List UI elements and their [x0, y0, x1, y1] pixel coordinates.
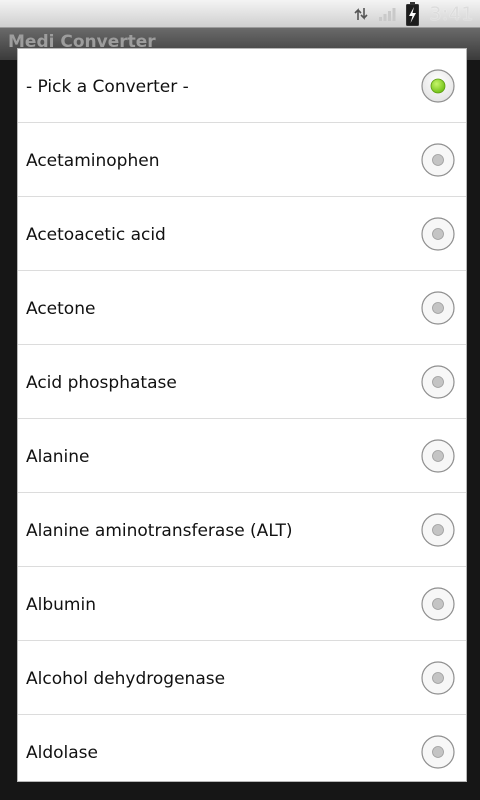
option-label: Alanine aminotransferase (ALT) [26, 521, 293, 541]
sync-icon [354, 7, 368, 20]
radio-unchecked-icon[interactable] [421, 661, 455, 695]
radio-unchecked-icon[interactable] [421, 217, 455, 251]
option-alcohol-dehydrogenase[interactable]: Alcohol dehydrogenase [18, 641, 466, 715]
option-label: Aldolase [26, 743, 99, 763]
status-bar: 3:41 [0, 0, 480, 28]
option-acid-phosphatase[interactable]: Acid phosphatase [18, 345, 466, 419]
option-label: Alanine [26, 447, 90, 467]
option-label: Acid phosphatase [26, 373, 177, 393]
converter-options-list: - Pick a Converter - Acetaminophen Aceto… [18, 49, 466, 781]
status-clock: 3:41 [429, 2, 474, 25]
option-acetoacetic-acid[interactable]: Acetoacetic acid [18, 197, 466, 271]
radio-unchecked-icon[interactable] [421, 587, 455, 621]
option-label: - Pick a Converter - [26, 77, 189, 97]
option-albumin[interactable]: Albumin [18, 567, 466, 641]
radio-unchecked-icon[interactable] [421, 513, 455, 547]
option-alanine[interactable]: Alanine [18, 419, 466, 493]
status-icons: 3:41 [354, 0, 474, 27]
radio-unchecked-icon[interactable] [421, 439, 455, 473]
battery-charging-icon [406, 1, 420, 26]
radio-unchecked-icon[interactable] [421, 735, 455, 769]
converter-picker-dialog: - Pick a Converter - Acetaminophen Aceto… [17, 48, 467, 782]
option-aldolase[interactable]: Aldolase [18, 715, 466, 781]
option-label: Acetoacetic acid [26, 225, 166, 245]
option-label: Acetaminophen [26, 151, 160, 171]
option-label: Alcohol dehydrogenase [26, 669, 226, 689]
radio-checked-icon[interactable] [421, 69, 455, 103]
radio-unchecked-icon[interactable] [421, 143, 455, 177]
signal-icon [379, 7, 396, 21]
radio-unchecked-icon[interactable] [421, 365, 455, 399]
option-alanine-aminotransferase[interactable]: Alanine aminotransferase (ALT) [18, 493, 466, 567]
option-acetaminophen[interactable]: Acetaminophen [18, 123, 466, 197]
option-label: Acetone [26, 299, 96, 319]
option-pick-converter[interactable]: - Pick a Converter - [18, 49, 466, 123]
option-label: Albumin [26, 595, 96, 615]
radio-unchecked-icon[interactable] [421, 291, 455, 325]
option-acetone[interactable]: Acetone [18, 271, 466, 345]
